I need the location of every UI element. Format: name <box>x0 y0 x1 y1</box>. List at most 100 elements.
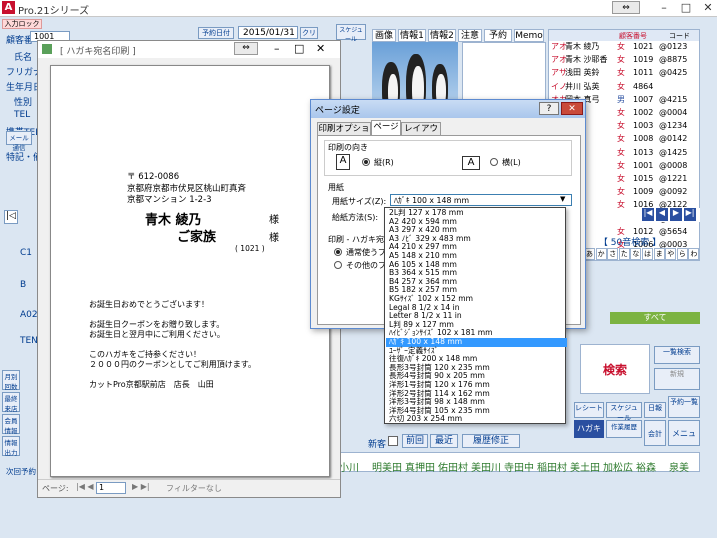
landscape-label: 横(L) <box>502 158 521 167</box>
preview-minimize-button[interactable]: – <box>274 42 280 55</box>
orientation-label: 印刷の向き <box>328 143 368 152</box>
tab-caution[interactable]: 注意 <box>458 29 482 42</box>
menu-button[interactable]: メニュー <box>668 420 700 464</box>
kana-key[interactable]: ら <box>676 248 688 260</box>
dialog-title: ページ設定 <box>315 106 360 116</box>
message-line: お誕生日おめでとうございます！ <box>89 300 209 309</box>
all-button[interactable]: すべて <box>610 312 700 324</box>
name-bar-item[interactable]: 明美田 <box>372 459 402 474</box>
info-output-button[interactable]: 情報出力 <box>2 436 20 457</box>
name-bar-item[interactable]: 稲田村 <box>537 459 567 474</box>
schedule-bottom-button[interactable]: スケジュール <box>606 402 642 422</box>
prev-visit-button[interactable]: 前回 <box>402 434 428 448</box>
tab-info2[interactable]: 情報2 <box>428 29 456 42</box>
search-button[interactable]: 検索 <box>580 344 650 394</box>
table-row[interactable]: アオ 青木 沙耶香女 1019 @8875 <box>549 55 701 65</box>
tab-image[interactable]: 画像 <box>372 29 396 42</box>
receipt-button[interactable]: レシート <box>574 402 604 418</box>
row-no: 1007 <box>633 94 654 104</box>
row-sex: 女 <box>617 42 625 51</box>
postcard-page: 〒 612-0086 京都府京都市伏見区桃山町真斉 京都マンション 1-2-3 … <box>50 65 330 477</box>
row-sex: 女 <box>617 160 625 170</box>
name-bar-item[interactable]: 裕森 <box>636 459 656 474</box>
schedule-button[interactable]: スケジュール <box>336 24 366 43</box>
name-bar-item[interactable]: 加松広 <box>603 459 633 474</box>
next-page-icon[interactable]: ▶ ▶| <box>132 482 150 491</box>
list-search-button[interactable]: 一覧検索 <box>654 346 700 364</box>
row-label-a02: A02 <box>20 310 38 320</box>
collapse-icon[interactable]: |◁ <box>4 210 18 224</box>
landscape-radio[interactable] <box>490 158 498 166</box>
tab-print-options[interactable]: 印刷オプション <box>317 122 371 147</box>
close-button[interactable]: ✕ <box>694 0 717 16</box>
kana-key[interactable]: さ <box>607 248 619 260</box>
tab-memo[interactable]: Memo <box>514 29 544 42</box>
row-code: @0008 <box>659 160 688 170</box>
swap-icon[interactable]: ⇔ <box>612 1 640 14</box>
preview-swap-icon[interactable]: ⇔ <box>234 42 258 55</box>
name-bar-item[interactable]: 泉美 <box>669 459 689 474</box>
customer-list-header: 顧客番号 コード <box>549 30 699 41</box>
other-printer-radio[interactable] <box>334 261 342 269</box>
filter-status[interactable]: フィルターなし <box>166 483 222 494</box>
work-history-button[interactable]: 作業履歴 <box>606 420 642 438</box>
preview-maximize-button[interactable]: □ <box>294 42 304 55</box>
tab-info1[interactable]: 情報1 <box>398 29 426 42</box>
kana-key[interactable]: な <box>630 248 642 260</box>
preview-close-button[interactable]: ✕ <box>316 42 325 55</box>
kana-key[interactable]: ま <box>653 248 665 260</box>
page-input[interactable]: 1 <box>96 482 126 494</box>
kana-key[interactable]: は <box>642 248 653 260</box>
tab-layout[interactable]: レイアウト <box>401 122 441 147</box>
table-row[interactable]: アオ 青木 綾乃女 1021 @0123 <box>549 42 701 52</box>
app-icon: A <box>2 1 15 14</box>
member-info-button[interactable]: 会員情報 <box>2 414 20 435</box>
postcard-button[interactable]: ハガキ <box>574 420 604 438</box>
kana-key[interactable]: か <box>595 248 607 260</box>
reservation-date-button[interactable]: 予約日付 <box>198 27 234 39</box>
page-label: ページ: <box>42 484 69 493</box>
default-printer-radio-dot <box>336 250 340 254</box>
clear-button[interactable]: クリア <box>300 27 318 47</box>
tab-page[interactable]: ページ <box>371 120 401 136</box>
name-bar-item[interactable]: 寺田中 <box>504 459 534 474</box>
new-customer-checkbox[interactable] <box>388 436 398 446</box>
paper-size-select[interactable]: ﾊｶﾞｷ 100 x 148 mm <box>390 194 572 206</box>
name-bar-item[interactable]: 真押田 <box>405 459 435 474</box>
prev-icon[interactable]: ◀ <box>656 208 668 221</box>
row-no: 1009 <box>633 187 654 197</box>
next-icon[interactable]: ▶ <box>670 208 682 221</box>
input-lock-tag[interactable]: 入力ロック <box>2 19 42 29</box>
name-bar-item[interactable]: 佑田村 <box>438 459 468 474</box>
dropdown-option[interactable]: 六切 203 x 254 mm <box>386 415 567 424</box>
table-row[interactable]: アサ 浅田 英鈴女 1011 @0425 <box>549 68 701 78</box>
row-name: 青木 沙耶香 <box>565 55 608 65</box>
help-button[interactable]: ? <box>539 102 559 115</box>
reservation-date-field[interactable]: 2015/01/31 <box>238 26 298 39</box>
portrait-label: 縦(R) <box>374 158 394 167</box>
table-row[interactable]: イノ 井川 弘英女 4864 <box>549 82 701 92</box>
reservation-list-button[interactable]: 予約一覧 <box>668 396 700 418</box>
tab-reservation[interactable]: 予約 <box>484 29 512 42</box>
row-sex: 女 <box>617 68 625 78</box>
new-button[interactable]: 新規 <box>654 368 700 390</box>
first-page-icon[interactable]: |◀ ◀ <box>76 482 94 491</box>
row-code: @0123 <box>659 42 688 51</box>
chevron-down-icon[interactable]: ▼ <box>560 195 565 203</box>
name-bar-item[interactable]: 小川 <box>339 459 359 474</box>
kana-key[interactable]: た <box>618 248 630 260</box>
last-icon[interactable]: ▶| <box>684 208 696 221</box>
kana-key[interactable]: わ <box>688 248 700 260</box>
kana-key[interactable]: や <box>665 248 677 260</box>
last-visit-button[interactable]: 最終来店 <box>2 392 20 413</box>
daily-report-button[interactable]: 日報 <box>644 402 666 418</box>
accounting-button[interactable]: 会計 <box>644 420 666 446</box>
name-bar-item[interactable]: 美土田 <box>570 459 600 474</box>
name-bar-item[interactable]: 美田川 <box>471 459 501 474</box>
first-icon[interactable]: |◀ <box>642 208 654 221</box>
dialog-close-icon[interactable]: ✕ <box>561 102 583 115</box>
monthly-count-button[interactable]: 月別回数 <box>2 370 20 391</box>
latest-button[interactable]: 最近 <box>430 434 458 448</box>
history-edit-button[interactable]: 履歴修正 <box>462 434 520 448</box>
mail-button[interactable]: メール通信 <box>6 131 32 152</box>
